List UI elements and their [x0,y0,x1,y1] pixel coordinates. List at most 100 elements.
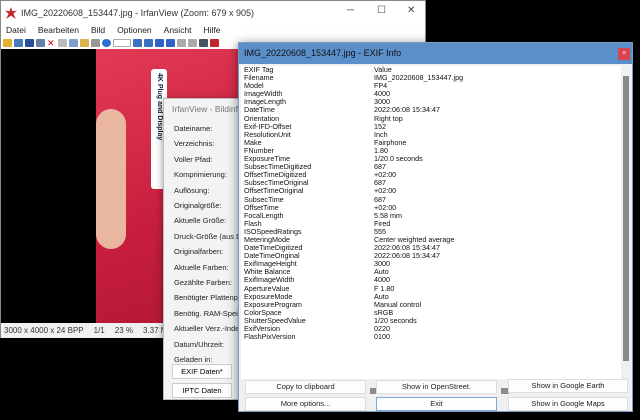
exif-value: 4000 [374,89,390,99]
exif-data-button[interactable]: EXIF Daten* [172,364,232,379]
exif-row[interactable]: FocalLength 5.58 mm [241,210,631,220]
exif-row[interactable]: ImageWidth 4000 [241,90,631,98]
maximize-button[interactable]: ☐ [377,5,386,16]
next-icon[interactable] [166,38,175,47]
cut-icon[interactable] [58,38,67,47]
title-bar: IMG_20220608_153447.jpg - IrfanView (Zoo… [1,1,425,25]
close-button[interactable]: ✕ [407,5,415,16]
menu-ansicht[interactable]: Ansicht [164,25,192,37]
exif-row[interactable]: Model FP4 [241,82,631,90]
exif-row[interactable]: Orientation Right top [241,113,631,123]
show-in-google-maps-button[interactable]: Show in Google Maps [508,397,628,411]
last-page-icon[interactable] [188,38,197,47]
zoom-out-icon[interactable] [144,38,153,47]
previous-icon[interactable] [155,38,164,47]
exif-row[interactable]: ExifImageWidth 4000 [241,276,631,284]
exif-row[interactable]: ShutterSpeedValue 1/20 seconds [241,316,631,325]
more-options-button[interactable]: More options... [245,397,366,411]
undo-icon[interactable] [91,38,100,47]
exif-value: 1/20.0 seconds [374,154,423,164]
window-title: IMG_20220608_153447.jpg - IrfanView (Zoo… [21,8,254,18]
exif-row[interactable]: White Balance Auto [241,268,631,276]
paste-icon[interactable] [80,38,89,47]
exif-title-bar: IMG_20220608_153447.jpg - EXIF Info × [239,43,632,64]
exif-value: +02:00 [374,202,397,212]
settings-icon[interactable] [199,38,208,47]
exif-value: Auto [374,267,389,277]
scrollbar[interactable] [621,66,631,379]
menu-optionen[interactable]: Optionen [117,25,152,37]
exif-list[interactable]: EXIF Tag Value Filename IMG_20220608_153447… [241,66,631,379]
exif-value: +02:00 [374,186,397,196]
open-icon[interactable] [3,38,12,47]
exif-title: IMG_20220608_153447.jpg - EXIF Info [244,48,402,58]
print-icon[interactable] [36,38,45,47]
exif-value: Fairphone [374,137,407,147]
bildinfo-label: Komprimierung: [174,170,227,180]
exif-value: 687 [374,178,386,188]
exif-value: Right top [374,113,403,123]
bildinfo-label: Aktuelle Größe: [174,216,227,226]
exif-row[interactable]: ResolutionUnit Inch [241,129,631,139]
zoom-in-icon[interactable] [133,38,142,47]
zoom-select[interactable] [113,38,131,47]
exif-row[interactable]: DateTimeOriginal 2022:06:08 15:34:47 [241,252,631,260]
bildinfo-label: Auflösung: [174,185,210,195]
menu-hilfe[interactable]: Hilfe [204,25,221,37]
exif-row[interactable]: Make Fairphone [241,137,631,147]
exif-value: Manual control [374,299,422,309]
status-dimensions: 3000 x 4000 x 24 BPP [4,326,84,335]
menu-bearbeiten[interactable]: Bearbeiten [38,25,79,37]
exif-row[interactable]: Filename IMG_20220608_153447.jpg [241,73,631,82]
bildinfo-label: Voller Pfad: [174,154,213,164]
exif-value: FP4 [374,81,388,91]
delete-icon[interactable]: ✕ [47,38,56,47]
info-icon[interactable] [102,38,111,47]
exif-value: 0100 [374,332,390,342]
bildinfo-label: Aktuelle Farben: [174,262,229,272]
exif-value: F 1.80 [374,283,395,293]
exif-value: 3000 [374,259,390,269]
slideshow-icon[interactable] [14,38,23,47]
iptc-data-button[interactable]: IPTC Daten [172,383,232,398]
first-page-icon[interactable] [177,38,186,47]
exif-row[interactable]: Exif-IFD-Offset 152 [241,122,631,131]
exif-row[interactable]: FlashPixVersion 0100 [241,332,631,342]
exif-tag: FlashPixVersion [244,332,296,342]
exif-row[interactable]: ExifImageHeight 3000 [241,260,631,268]
photo-finger [96,109,126,249]
scrollbar-thumb[interactable] [623,76,629,361]
exif-value: 2022:06:08 15:34:47 [374,251,440,261]
exif-value: Inch [374,129,388,139]
bildinfo-label: Verzeichnis: [174,139,215,149]
exif-value: +02:00 [374,170,397,180]
close-button[interactable]: × [618,48,630,60]
show-in-openstreetmap-button[interactable]: Show in OpenStreet. [376,380,497,394]
exif-row[interactable]: OffsetTimeOriginal +02:00 [241,187,631,195]
about-icon[interactable] [210,38,219,47]
exif-value: 2022:06:08 15:34:47 [374,105,440,115]
bildinfo-label: Aktueller Verz.-Index: [174,324,246,334]
irfanview-logo-icon [5,7,17,19]
copy-icon[interactable] [69,38,78,47]
status-zoom: 23 % [114,326,133,335]
menu-bild[interactable]: Bild [91,25,105,37]
exif-row[interactable]: FNumber 1.80 [241,146,631,155]
bildinfo-label: Originalfarben: [174,247,224,257]
exif-value: 5.58 mm [374,210,402,220]
exif-row[interactable]: ApertureValue F 1.80 [241,283,631,293]
status-page: 1/1 [93,326,105,335]
exif-row[interactable]: SubsecTime 687 [241,195,631,204]
show-in-google-earth-button[interactable]: Show in Google Earth [508,379,628,393]
copy-to-clipboard-button[interactable]: Copy to clipboard [245,380,366,394]
save-icon[interactable] [25,38,34,47]
exif-row[interactable]: OffsetTime +02:00 [241,202,631,212]
exif-row[interactable]: ExifVersion 0220 [241,324,631,333]
menu-datei[interactable]: Datei [6,25,26,37]
exif-row[interactable]: ExposureProgram Manual control [241,299,631,309]
exif-row[interactable]: DateTime 2022:06:08 15:34:47 [241,106,631,114]
menu-bar: Datei Bearbeiten Bild Optionen Ansicht H… [1,25,425,37]
exif-info-window: IMG_20220608_153447.jpg - EXIF Info × EX… [238,42,633,412]
exit-button[interactable]: Exit [376,397,497,411]
minimize-button[interactable]: ─ [347,5,354,16]
